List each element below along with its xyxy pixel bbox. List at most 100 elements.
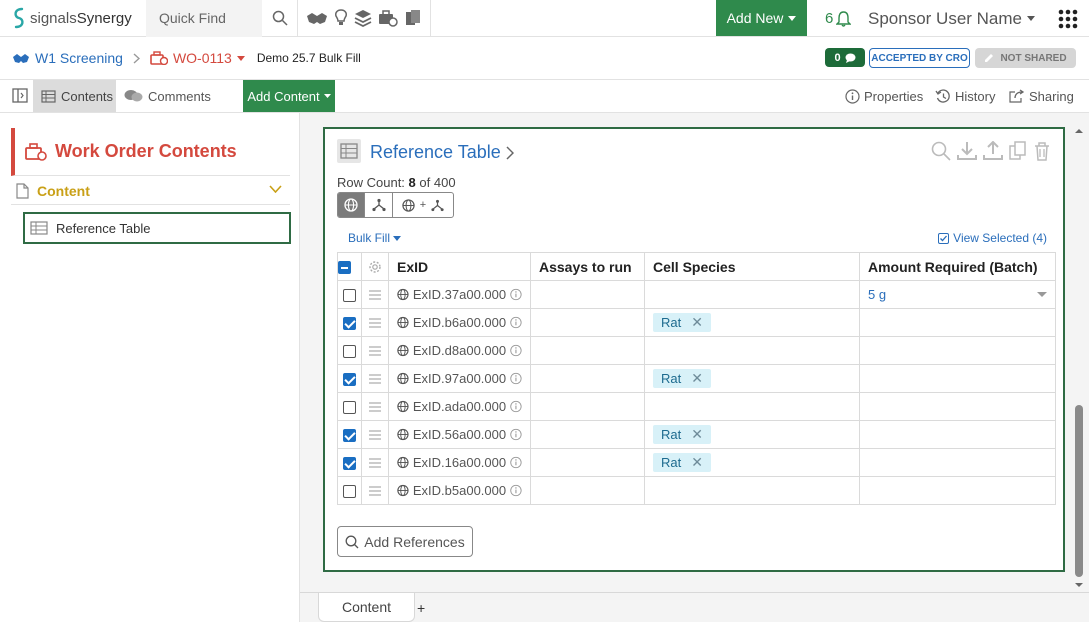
column-settings-button[interactable] (361, 252, 389, 281)
assays-cell[interactable] (530, 336, 645, 365)
exid-cell[interactable]: ExID.d8a00.000 (388, 336, 531, 365)
content-section-toggle[interactable]: Content (11, 177, 290, 205)
row-drag-handle[interactable] (361, 364, 389, 393)
amount-cell[interactable] (859, 364, 1056, 393)
add-references-button[interactable]: Add References (337, 526, 473, 557)
user-menu[interactable]: Sponsor User Name (868, 0, 1036, 37)
search-button[interactable] (262, 0, 298, 37)
remove-chip-icon[interactable]: ✕ (691, 370, 703, 387)
cell-species-cell[interactable]: Rat ✕ (644, 308, 860, 337)
history-button[interactable]: History (935, 80, 995, 112)
card-title-link[interactable]: Reference Table (370, 142, 514, 163)
exid-cell[interactable]: ExID.b5a00.000 (388, 476, 531, 505)
add-tab-button[interactable]: + (417, 600, 425, 616)
copy-documents-icon[interactable] (404, 9, 422, 27)
tab-comments[interactable]: Comments (124, 80, 211, 112)
sidebar-item-reference-table[interactable]: Reference Table (23, 212, 291, 244)
cell-species-cell[interactable]: Rat ✕ (644, 364, 860, 393)
info-icon[interactable] (510, 288, 522, 301)
row-checkbox[interactable] (337, 364, 362, 393)
comment-count-badge[interactable]: 0 (825, 48, 865, 67)
sharing-button[interactable]: Sharing (1009, 80, 1074, 112)
row-checkbox[interactable] (337, 308, 362, 337)
properties-button[interactable]: Properties (845, 80, 923, 112)
select-all-checkbox[interactable] (337, 252, 362, 281)
exid-cell[interactable]: ExID.37a00.000 (388, 280, 531, 309)
column-header-assays[interactable]: Assays to run (530, 252, 645, 281)
bulk-fill-button[interactable]: Bulk Fill (348, 231, 402, 245)
column-header-cell-species[interactable]: Cell Species (644, 252, 860, 281)
info-icon[interactable] (510, 316, 522, 329)
assays-cell[interactable] (530, 420, 645, 449)
row-checkbox[interactable] (337, 476, 362, 505)
row-checkbox[interactable] (337, 336, 362, 365)
assays-cell[interactable] (530, 364, 645, 393)
notifications-button[interactable]: 6 (825, 0, 852, 37)
assays-cell[interactable] (530, 476, 645, 505)
remove-chip-icon[interactable]: ✕ (691, 426, 703, 443)
logo[interactable]: signals Synergy (0, 0, 146, 37)
add-content-button[interactable]: Add Content (243, 80, 335, 112)
copy-icon[interactable] (1009, 141, 1027, 161)
breadcrumb-item-work-order[interactable]: WO-0113 (150, 50, 245, 66)
quick-find-input[interactable]: Quick Find (146, 0, 262, 37)
row-drag-handle[interactable] (361, 420, 389, 449)
amount-cell[interactable] (859, 308, 1056, 337)
upload-icon[interactable] (983, 141, 1003, 161)
cell-species-cell[interactable] (644, 336, 860, 365)
view-selected-button[interactable]: View Selected (4) (938, 231, 1047, 245)
lightbulb-icon[interactable] (334, 9, 348, 27)
main-scrollbar[interactable] (1073, 127, 1085, 592)
row-drag-handle[interactable] (361, 392, 389, 421)
assays-cell[interactable] (530, 308, 645, 337)
remove-chip-icon[interactable]: ✕ (691, 454, 703, 471)
row-checkbox[interactable] (337, 280, 362, 309)
row-drag-handle[interactable] (361, 280, 389, 309)
toggle-panel-button[interactable] (12, 88, 28, 103)
amount-cell[interactable]: 5 g (859, 280, 1056, 309)
exid-cell[interactable]: ExID.16a00.000 (388, 448, 531, 477)
info-icon[interactable] (510, 456, 522, 469)
scrollbar-thumb[interactable] (1075, 405, 1083, 577)
download-icon[interactable] (957, 141, 977, 161)
cell-species-cell[interactable] (644, 280, 860, 309)
column-header-amount[interactable]: Amount Required (Batch) (859, 252, 1056, 281)
tab-content[interactable]: Content (318, 593, 415, 622)
trash-icon[interactable] (1033, 141, 1051, 161)
info-icon[interactable] (510, 344, 522, 357)
exid-cell[interactable]: ExID.97a00.000 (388, 364, 531, 393)
view-mode-both-button[interactable]: + (393, 193, 453, 217)
exid-cell[interactable]: ExID.56a00.000 (388, 420, 531, 449)
exid-cell[interactable]: ExID.b6a00.000 (388, 308, 531, 337)
row-checkbox[interactable] (337, 392, 362, 421)
tab-contents[interactable]: Contents (33, 80, 116, 112)
handshake-icon[interactable] (306, 10, 328, 26)
scroll-down-arrow-icon[interactable] (1073, 581, 1085, 589)
layers-icon[interactable] (354, 9, 372, 27)
assays-cell[interactable] (530, 280, 645, 309)
cell-species-cell[interactable]: Rat ✕ (644, 448, 860, 477)
assays-cell[interactable] (530, 392, 645, 421)
search-icon[interactable] (931, 141, 951, 161)
info-icon[interactable] (510, 400, 522, 413)
amount-cell[interactable] (859, 420, 1056, 449)
row-checkbox[interactable] (337, 448, 362, 477)
amount-cell[interactable] (859, 336, 1056, 365)
cell-species-cell[interactable] (644, 476, 860, 505)
caret-down-icon[interactable] (1037, 292, 1047, 297)
row-checkbox[interactable] (337, 420, 362, 449)
breadcrumb-item-project[interactable]: W1 Screening (12, 50, 123, 66)
amount-cell[interactable] (859, 476, 1056, 505)
exid-cell[interactable]: ExID.ada00.000 (388, 392, 531, 421)
info-icon[interactable] (510, 372, 522, 385)
cell-species-cell[interactable] (644, 392, 860, 421)
row-drag-handle[interactable] (361, 336, 389, 365)
info-icon[interactable] (510, 428, 522, 441)
row-drag-handle[interactable] (361, 308, 389, 337)
cell-species-cell[interactable]: Rat ✕ (644, 420, 860, 449)
view-mode-structure-button[interactable] (365, 193, 393, 217)
scroll-up-arrow-icon[interactable] (1073, 127, 1085, 135)
view-mode-entity-button[interactable] (338, 193, 365, 217)
work-order-icon[interactable] (378, 9, 398, 27)
amount-cell[interactable] (859, 448, 1056, 477)
